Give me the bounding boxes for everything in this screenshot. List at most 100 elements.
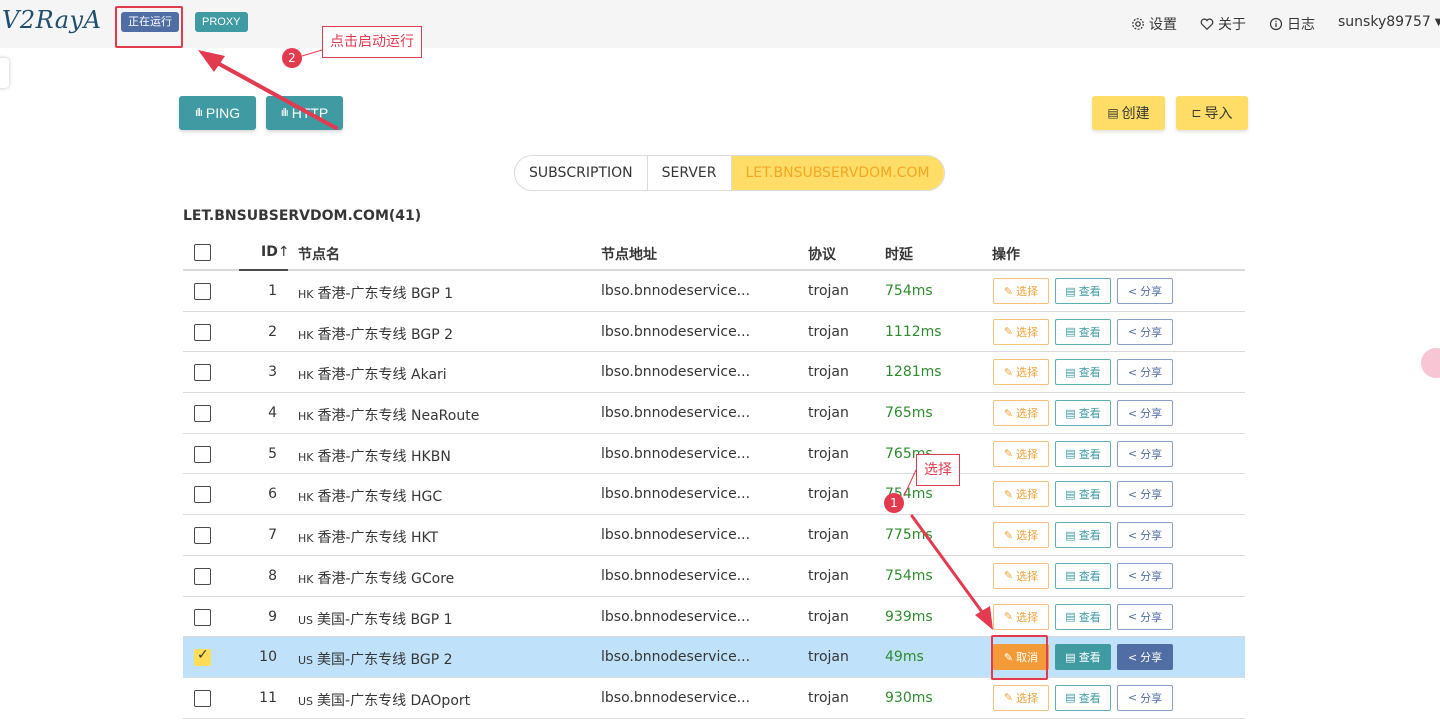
share-button[interactable]: < 分享 [1117, 684, 1173, 711]
share-button-label: 分享 [1140, 610, 1163, 624]
column-header-name[interactable]: 节点名 [298, 244, 340, 264]
column-header-protocol[interactable]: 协议 [808, 244, 836, 264]
table-row[interactable]: 8 HK 香港-广东专线 GCore lbso.bnnodeservice... tro… [183, 556, 1245, 597]
select-button[interactable]: ✎ 选择 [993, 318, 1049, 345]
row-checkbox[interactable] [194, 647, 211, 667]
import-button[interactable]: ⊏ 导入 [1176, 96, 1248, 130]
select-button[interactable]: ✎ 选择 [993, 522, 1049, 549]
table-row[interactable]: 10 US美国-广东专线 BGP 2 lbso.bnnodeservice... tr… [183, 637, 1245, 678]
table-row[interactable]: 3 HK 香港-广东专线 Akari lbso.bnnodeservice... tro… [183, 352, 1245, 394]
select-button[interactable]: ✎ 选择 [993, 440, 1049, 467]
http-button[interactable]: ıllı HTTP [266, 96, 343, 130]
tab-server[interactable]: SERVER [648, 156, 732, 190]
share-button[interactable]: < 分享 [1117, 278, 1173, 304]
tab-label: LET.BNSUBSERVDOM.COM [745, 165, 930, 181]
share-button[interactable]: < 分享 [1117, 603, 1173, 630]
row-checkbox[interactable] [194, 527, 211, 545]
share-icon: < [1127, 406, 1138, 420]
select-button[interactable]: ✎ 选择 [993, 603, 1049, 630]
row-latency: 765ms [885, 405, 933, 422]
select-all-checkbox[interactable] [194, 244, 211, 261]
row-checkbox[interactable] [194, 567, 211, 585]
user-menu[interactable]: sunsky89757 ▼ [1338, 14, 1440, 30]
nav-about[interactable]: 关于 [1200, 14, 1246, 34]
share-button[interactable]: < 分享 [1117, 440, 1173, 467]
share-button[interactable]: < 分享 [1117, 359, 1173, 386]
row-checkbox[interactable] [194, 364, 211, 382]
column-header-latency[interactable]: 时延 [885, 244, 913, 264]
list-title: LET.BNSUBSERVDOM.COM(41) [183, 208, 422, 224]
edit-icon: ✎ [1003, 406, 1014, 420]
column-header-id[interactable]: ID↑ [261, 244, 290, 260]
select-button-label: 选择 [1016, 325, 1039, 339]
row-checkbox[interactable] [194, 445, 211, 463]
select-button[interactable]: ✎ 选择 [993, 562, 1049, 589]
view-button[interactable]: ▤ 查看 [1055, 603, 1111, 630]
row-checkbox[interactable] [194, 405, 211, 423]
share-button[interactable]: < 分享 [1117, 400, 1173, 427]
app-logo[interactable]: V2RayA [2, 6, 101, 34]
ping-button[interactable]: ıllı PING [179, 96, 256, 130]
table-row[interactable]: 4 HK 香港-广东专线 NeaRoute lbso.bnnodeservice...… [183, 393, 1245, 434]
row-name: HK 香港-广东专线 HGC [298, 486, 442, 506]
tab-subscription[interactable]: SUBSCRIPTION [515, 156, 648, 190]
view-button[interactable]: ▤ 查看 [1055, 278, 1111, 304]
view-button[interactable]: ▤ 查看 [1055, 644, 1111, 671]
tab-let-bnsubservdom[interactable]: LET.BNSUBSERVDOM.COM [731, 156, 944, 190]
select-button[interactable]: ✎ 选择 [993, 400, 1049, 427]
table-row[interactable]: 7 HK 香港-广东专线 HKT lbso.bnnodeservice... troja… [183, 515, 1245, 556]
table-row[interactable]: 2 HK 香港-广东专线 BGP 2 lbso.bnnodeservice... tro… [183, 312, 1245, 353]
row-checkbox[interactable] [194, 689, 211, 707]
view-button[interactable]: ▤ 查看 [1055, 440, 1111, 467]
row-checkbox[interactable] [194, 283, 211, 300]
edit-icon: ✎ [1003, 284, 1014, 298]
column-header-address[interactable]: 节点地址 [601, 244, 657, 264]
row-id: 11 [259, 689, 277, 706]
create-button[interactable]: ▤ 创建 [1092, 96, 1165, 130]
view-button[interactable]: ▤ 查看 [1055, 359, 1111, 386]
table-row[interactable]: 1 HK 香港-广东专线 BGP 1 lbso.bnnodeservice... tro… [183, 271, 1245, 312]
row-checkbox[interactable] [194, 486, 211, 504]
row-address: lbso.bnnodeservice... [601, 364, 751, 381]
row-checkbox[interactable] [194, 608, 211, 626]
view-button[interactable]: ▤ 查看 [1055, 400, 1111, 427]
left-drawer-handle[interactable] [0, 58, 9, 88]
view-button[interactable]: ▤ 查看 [1055, 562, 1111, 589]
nav-log[interactable]: 日志 [1269, 14, 1315, 34]
row-id: 6 [268, 486, 277, 503]
proxy-mode-tag[interactable]: PROXY [195, 12, 248, 32]
row-latency: 1281ms [885, 364, 942, 381]
table-row[interactable]: 9 US 美国-广东专线 BGP 1 lbso.bnnodeservice... tro… [183, 597, 1245, 638]
annotation-step2-number: 2 [282, 48, 302, 68]
share-button[interactable]: < 分享 [1117, 481, 1173, 508]
row-checkbox[interactable] [194, 323, 211, 341]
share-button[interactable]: < 分享 [1117, 318, 1173, 345]
table-row[interactable]: 5 HK 香港-广东专线 HKBN lbso.bnnodeservice... troj… [183, 434, 1245, 475]
row-id: 4 [268, 405, 277, 422]
nav-settings[interactable]: 设置 [1131, 14, 1177, 34]
select-button[interactable]: ✎ 选择 [993, 684, 1049, 711]
share-button[interactable]: < 分享 [1117, 644, 1173, 671]
share-button[interactable]: < 分享 [1117, 562, 1173, 589]
create-button-label: 创建 [1121, 105, 1150, 121]
wave-icon: ıllı [194, 107, 203, 119]
row-protocol: trojan [808, 608, 849, 625]
select-button[interactable]: ✎ 选择 [993, 481, 1049, 508]
table-row[interactable]: 11 US 美国-广东专线 DAOport lbso.bnnodeservice...… [183, 678, 1245, 719]
row-name-text: 香港-广东专线 Akari [317, 367, 447, 384]
view-button[interactable]: ▤ 查看 [1055, 522, 1111, 549]
select-button[interactable]: ✎ 选择 [993, 359, 1049, 386]
view-button[interactable]: ▤ 查看 [1055, 318, 1111, 345]
file-add-icon: ▤ [1107, 106, 1119, 120]
view-button[interactable]: ▤ 查看 [1055, 684, 1111, 711]
country-code-badge: HK [298, 410, 314, 424]
document-icon: ▤ [1065, 528, 1076, 542]
select-button[interactable]: ✎ 选择 [993, 278, 1049, 304]
floating-helper-icon[interactable] [1421, 348, 1440, 378]
share-button-label: 分享 [1140, 407, 1163, 421]
row-id: 9 [268, 608, 277, 625]
row-name-text: 美国-广东专线 DAOport [317, 692, 471, 709]
view-button[interactable]: ▤ 查看 [1055, 481, 1111, 508]
share-button[interactable]: < 分享 [1117, 522, 1173, 549]
table-row[interactable]: 6 HK 香港-广东专线 HGC lbso.bnnodeservice... troja… [183, 474, 1245, 516]
